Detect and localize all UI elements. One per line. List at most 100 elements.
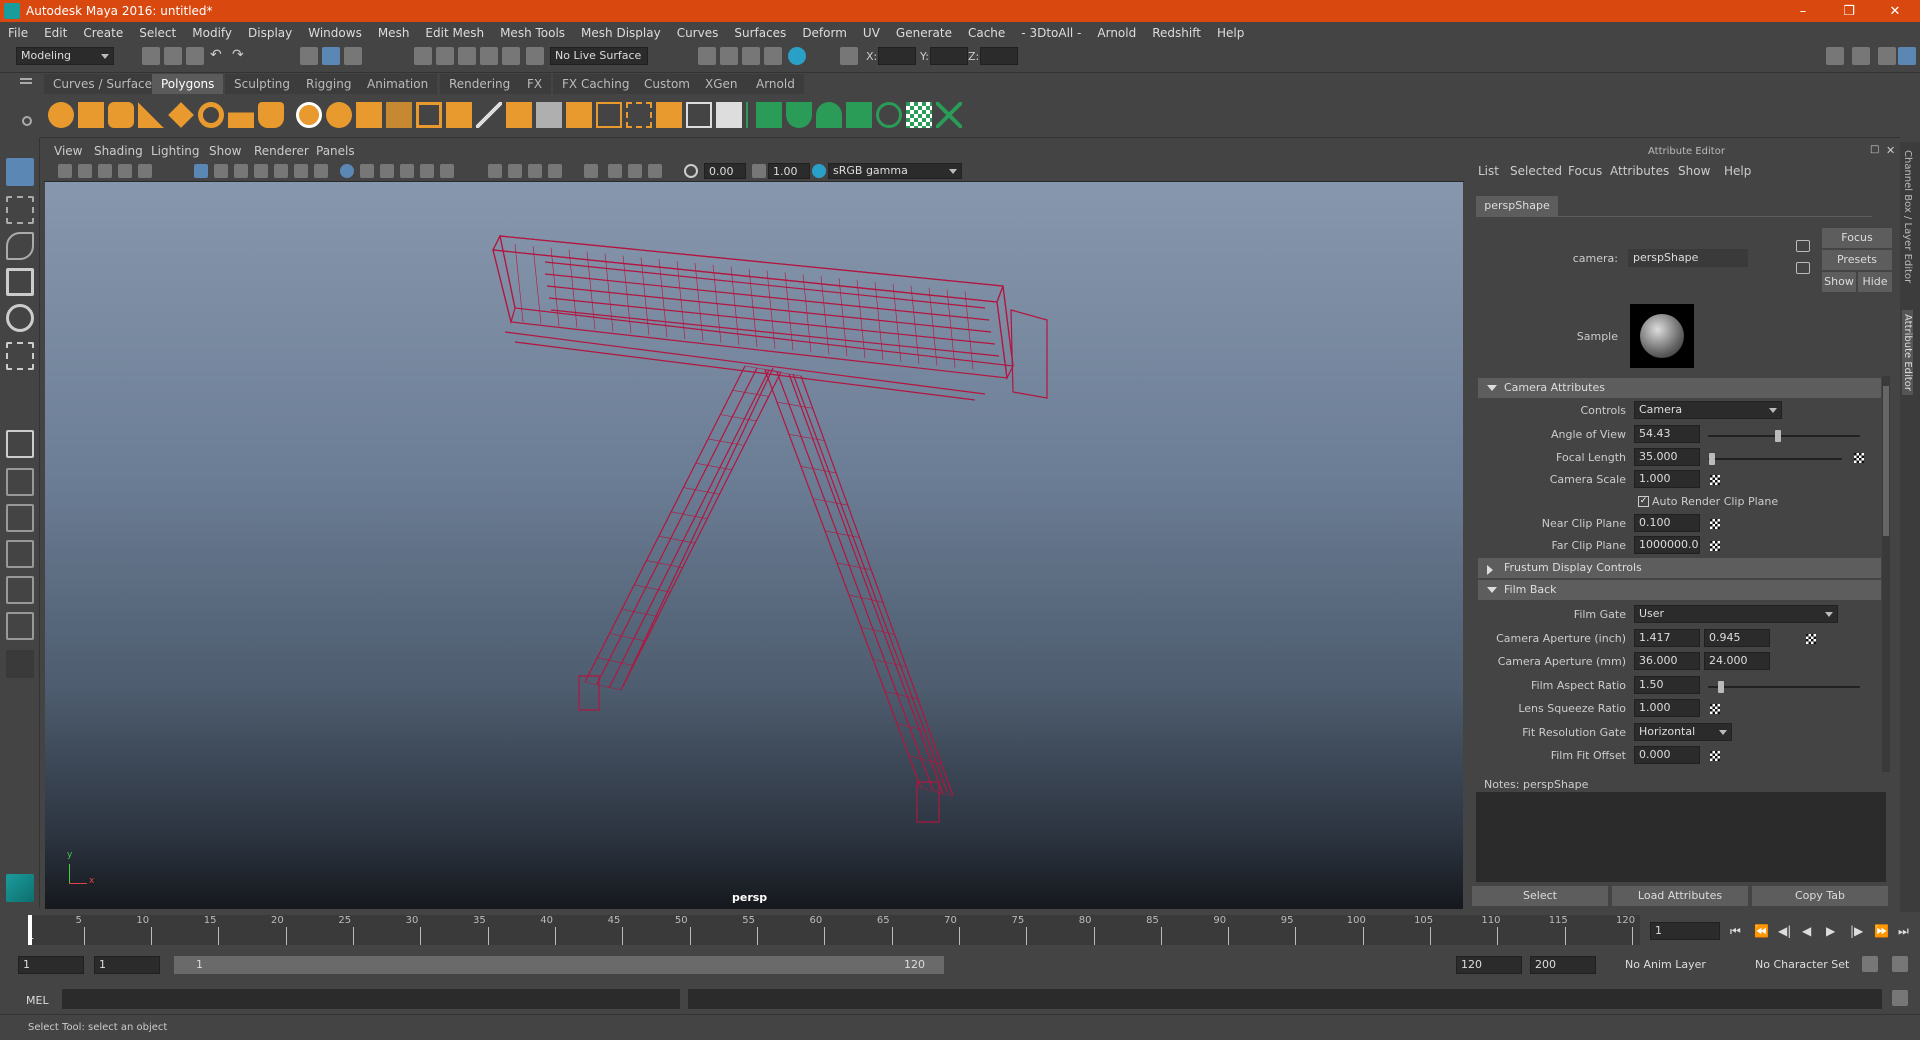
poly-torus-icon[interactable] (198, 102, 224, 128)
lasso-tool-icon[interactable] (6, 196, 34, 224)
slider-knob[interactable] (1709, 453, 1716, 465)
smooth-shade-icon[interactable] (360, 164, 374, 178)
menu-3dtoall[interactable]: - 3DtoAll - (1013, 26, 1089, 40)
anim-layer-dropdown[interactable]: No Anim Layer (1620, 956, 1740, 974)
snap-view-plane-icon[interactable] (480, 47, 498, 65)
perspective-viewport[interactable]: y x persp (45, 182, 1463, 909)
hypershade-icon[interactable] (788, 47, 806, 65)
go-to-end-icon[interactable]: ⏭ (1898, 924, 1909, 939)
fit-resolution-dropdown[interactable]: Horizontal (1634, 723, 1732, 741)
spherical-uv-icon[interactable] (816, 102, 842, 128)
menu-surfaces[interactable]: Surfaces (726, 26, 794, 40)
gamma-field[interactable]: 1.00 (768, 163, 810, 179)
depth-of-field-icon[interactable] (548, 164, 562, 178)
menu-select[interactable]: Select (131, 26, 184, 40)
menu-deform[interactable]: Deform (794, 26, 855, 40)
near-clip-map-icon[interactable] (1710, 519, 1720, 529)
close-button[interactable]: ✕ (1872, 0, 1918, 22)
tab-sculpting[interactable]: Sculpting (225, 74, 300, 94)
render-frame-icon[interactable] (720, 47, 738, 65)
focal-length-map-icon[interactable] (1854, 453, 1864, 463)
vp-menu-show[interactable]: Show (209, 144, 241, 158)
bevel-icon[interactable] (566, 102, 592, 128)
near-clip-field[interactable]: 0.100 (1634, 514, 1700, 532)
lens-squeeze-field[interactable]: 1.000 (1634, 699, 1700, 717)
ae-menu-focus[interactable]: Focus (1568, 164, 1602, 178)
smooth-icon[interactable] (656, 102, 682, 128)
film-fit-offset-map-icon[interactable] (1710, 751, 1720, 761)
poly-disk-icon[interactable] (296, 102, 322, 128)
range-start-field[interactable]: 1 (94, 956, 160, 974)
script-editor-icon[interactable] (1892, 990, 1908, 1006)
bookmark-icon[interactable] (98, 164, 112, 178)
menu-mesh-tools[interactable]: Mesh Tools (492, 26, 573, 40)
show-button[interactable]: Show (1822, 272, 1856, 292)
camera-scale-field[interactable]: 1.000 (1634, 470, 1700, 488)
poly-plane-icon[interactable] (168, 102, 194, 128)
ae-menu-help[interactable]: Help (1724, 164, 1751, 178)
image-plane-icon[interactable] (118, 164, 132, 178)
end-time-field[interactable]: 200 (1530, 956, 1596, 974)
open-scene-icon[interactable] (164, 47, 182, 65)
aperture-inch-map-icon[interactable] (1806, 634, 1816, 644)
custom-layout-icon[interactable] (6, 650, 34, 678)
auto-clip-checkbox[interactable]: ✓ (1638, 496, 1649, 507)
gate-mask-icon[interactable] (254, 164, 268, 178)
ae-menu-attributes[interactable]: Attributes (1610, 164, 1669, 178)
safe-action-icon[interactable] (294, 164, 308, 178)
copy-tab-button[interactable]: Copy Tab (1752, 886, 1888, 906)
shadows-icon[interactable] (440, 164, 454, 178)
ae-menu-selected[interactable]: Selected (1510, 164, 1562, 178)
select-object-icon[interactable] (322, 47, 340, 65)
undo-icon[interactable]: ↶ (210, 47, 228, 65)
planar-uv-icon[interactable] (756, 102, 782, 128)
vp-menu-panels[interactable]: Panels (316, 144, 355, 158)
menu-cache[interactable]: Cache (960, 26, 1013, 40)
xray-icon[interactable] (608, 164, 622, 178)
menu-modify[interactable]: Modify (184, 26, 240, 40)
color-space-dropdown[interactable]: sRGB gamma (828, 163, 962, 179)
focal-length-field[interactable]: 35.000 (1634, 448, 1700, 466)
motion-blur-icon[interactable] (508, 164, 522, 178)
persp-graph-layout-icon[interactable] (6, 504, 34, 532)
menu-mesh[interactable]: Mesh (370, 26, 418, 40)
save-scene-icon[interactable] (186, 47, 204, 65)
poly-cylinder-icon[interactable] (108, 102, 134, 128)
menu-windows[interactable]: Windows (300, 26, 370, 40)
play-forward-icon[interactable]: ▶ (1826, 924, 1835, 938)
tab-animation[interactable]: Animation (358, 74, 438, 94)
ambient-occlusion-icon[interactable] (488, 164, 502, 178)
attribute-editor-side-tab[interactable]: Attribute Editor (1902, 310, 1913, 395)
range-bar[interactable]: 1 120 (174, 956, 944, 974)
film-fit-offset-field[interactable]: 0.000 (1634, 746, 1700, 764)
ae-menu-list[interactable]: List (1478, 164, 1499, 178)
ae-scrollbar-thumb[interactable] (1883, 386, 1889, 536)
tab-xgen[interactable]: XGen (696, 74, 747, 94)
ae-select-button[interactable]: Select (1472, 886, 1608, 906)
redo-icon[interactable]: ↷ (232, 47, 250, 65)
vp-menu-lighting[interactable]: Lighting (151, 144, 200, 158)
paint-select-icon[interactable] (6, 232, 34, 260)
menu-generate[interactable]: Generate (888, 26, 960, 40)
extrude-icon[interactable] (506, 102, 532, 128)
current-frame-field[interactable]: 1 (1650, 922, 1720, 940)
menu-redshift[interactable]: Redshift (1144, 26, 1209, 40)
field-chart-icon[interactable] (274, 164, 288, 178)
menu-curves[interactable]: Curves (669, 26, 727, 40)
step-forward-key-icon[interactable]: ⏩ (1874, 924, 1889, 938)
separate-icon[interactable] (446, 102, 472, 128)
channel-box-side-tab[interactable]: Channel Box / Layer Editor (1902, 150, 1913, 283)
step-back-frame-icon[interactable]: ◀| (1778, 924, 1791, 938)
select-hierarchy-icon[interactable] (300, 47, 318, 65)
menu-file[interactable]: File (0, 26, 36, 40)
y-field[interactable] (930, 47, 968, 65)
tab-polygons[interactable]: Polygons (152, 74, 224, 94)
film-aspect-field[interactable]: 1.50 (1634, 676, 1700, 694)
safe-title-icon[interactable] (314, 164, 328, 178)
menu-display[interactable]: Display (240, 26, 300, 40)
combine-icon[interactable] (416, 102, 442, 128)
aperture-mm-x-field[interactable]: 36.000 (1634, 652, 1700, 670)
film-gate-dropdown[interactable]: User (1634, 605, 1838, 623)
platonic-solid-icon[interactable] (326, 102, 352, 128)
menu-arnold[interactable]: Arnold (1089, 26, 1144, 40)
